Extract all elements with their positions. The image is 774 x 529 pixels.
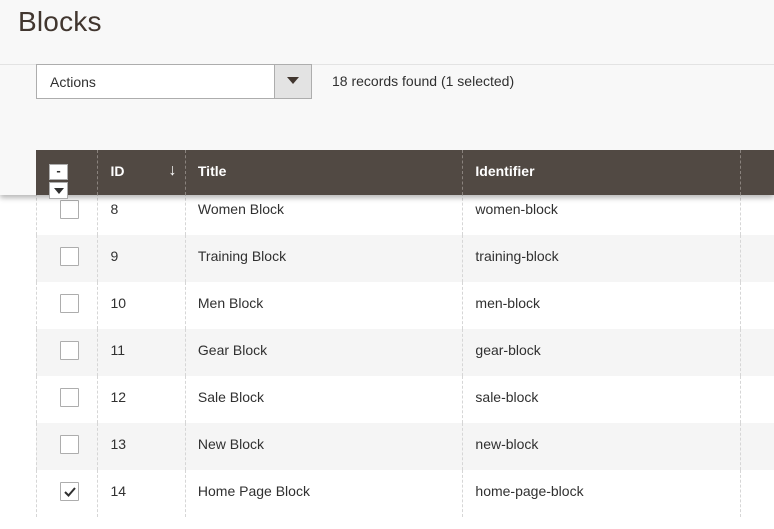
cell-more bbox=[739, 423, 774, 470]
cell-identifier: women-block bbox=[462, 188, 740, 235]
column-header-more[interactable] bbox=[739, 150, 774, 195]
cell-id: 14 bbox=[97, 470, 184, 517]
cell-more bbox=[739, 282, 774, 329]
cell-title-text: Women Block bbox=[197, 201, 284, 217]
cell-identifier-text: home-page-block bbox=[475, 483, 584, 499]
cell-title: Men Block bbox=[184, 282, 463, 329]
row-checkbox[interactable] bbox=[60, 294, 79, 313]
table-row[interactable]: 8 Women Block women-block bbox=[36, 188, 774, 235]
column-header-id-label: ID bbox=[110, 163, 125, 179]
column-header-identifier[interactable]: Identifier bbox=[462, 150, 740, 195]
cell-title-text: Gear Block bbox=[197, 342, 268, 358]
row-checkbox[interactable] bbox=[60, 435, 79, 454]
caret-down-icon bbox=[287, 77, 299, 84]
cell-id: 11 bbox=[97, 329, 184, 376]
row-checkbox[interactable] bbox=[60, 482, 79, 501]
row-select-cell bbox=[36, 470, 97, 517]
page-title: Blocks bbox=[18, 6, 102, 37]
cell-title-text: Home Page Block bbox=[197, 483, 310, 499]
cell-identifier-text: women-block bbox=[475, 201, 558, 217]
cell-identifier-text: men-block bbox=[475, 295, 540, 311]
row-select-cell bbox=[36, 329, 97, 376]
row-checkbox[interactable] bbox=[60, 341, 79, 360]
cell-title-text: Men Block bbox=[197, 295, 264, 311]
cell-identifier: training-block bbox=[462, 235, 740, 282]
cell-id-text: 14 bbox=[110, 483, 127, 499]
column-header-id[interactable]: ID ↓ bbox=[97, 150, 184, 195]
cell-more bbox=[739, 470, 774, 517]
cell-id: 8 bbox=[97, 188, 184, 235]
cell-id: 10 bbox=[97, 282, 184, 329]
records-found: 18 records found (1 selected) bbox=[332, 73, 515, 89]
row-select-cell bbox=[36, 376, 97, 423]
cell-id-text: 8 bbox=[110, 201, 119, 217]
cell-id-text: 13 bbox=[110, 436, 127, 452]
cell-id-text: 12 bbox=[110, 389, 127, 405]
row-select-cell bbox=[36, 282, 97, 329]
cell-id-text: 9 bbox=[110, 248, 119, 264]
cell-title: New Block bbox=[184, 423, 463, 470]
cell-more bbox=[739, 329, 774, 376]
cell-title: Training Block bbox=[184, 235, 463, 282]
cell-id-text: 11 bbox=[110, 342, 126, 358]
mass-select-checkbox[interactable]: - bbox=[49, 164, 68, 180]
row-checkbox[interactable] bbox=[60, 247, 79, 266]
cell-identifier: sale-block bbox=[462, 376, 740, 423]
cell-id: 13 bbox=[97, 423, 184, 470]
cell-more bbox=[739, 188, 774, 235]
cell-title: Gear Block bbox=[184, 329, 463, 376]
row-checkbox[interactable] bbox=[60, 388, 79, 407]
cell-identifier-text: training-block bbox=[475, 248, 559, 264]
cell-identifier: home-page-block bbox=[462, 470, 740, 517]
cell-id: 12 bbox=[97, 376, 184, 423]
row-select-cell bbox=[36, 423, 97, 470]
table-row[interactable]: 9 Training Block training-block bbox=[36, 235, 774, 282]
actions-toggle[interactable] bbox=[274, 65, 311, 98]
cell-identifier: gear-block bbox=[462, 329, 740, 376]
grid-header: - ID ↓ Title Identifier bbox=[36, 150, 774, 199]
sticky-header: Blocks Actions 18 records found (1 selec… bbox=[0, 0, 774, 199]
column-header-title-label: Title bbox=[197, 163, 227, 179]
cell-title: Women Block bbox=[184, 188, 463, 235]
cell-title-text: New Block bbox=[197, 436, 265, 452]
table-row[interactable]: 10 Men Block men-block bbox=[36, 282, 774, 329]
grid-body: 8 Women Block women-block 9 Training Block tr… bbox=[36, 188, 774, 517]
header-mass-select: - bbox=[36, 150, 97, 199]
row-checkbox[interactable] bbox=[60, 200, 79, 219]
cell-title: Home Page Block bbox=[184, 470, 463, 517]
actions-label: Actions bbox=[50, 74, 96, 90]
table-row[interactable]: 12 Sale Block sale-block bbox=[36, 376, 774, 423]
cell-more bbox=[739, 235, 774, 282]
table-row[interactable]: 11 Gear Block gear-block bbox=[36, 329, 774, 376]
cms-blocks-page: 8 Women Block women-block 9 Training Block tr… bbox=[0, 0, 774, 529]
cell-identifier-text: sale-block bbox=[475, 389, 539, 405]
cell-id: 9 bbox=[97, 235, 184, 282]
checkmark-icon bbox=[64, 487, 76, 497]
cell-identifier-text: gear-block bbox=[475, 342, 541, 358]
mass-select-toggle[interactable] bbox=[49, 182, 68, 199]
cell-title-text: Sale Block bbox=[197, 389, 265, 405]
table-row[interactable]: 13 New Block new-block bbox=[36, 423, 774, 470]
actions-dropdown[interactable]: Actions bbox=[36, 64, 312, 99]
table-row[interactable]: 14 Home Page Block home-page-block bbox=[36, 470, 774, 517]
cell-title-text: Training Block bbox=[197, 248, 287, 264]
column-header-title[interactable]: Title bbox=[184, 150, 463, 195]
cell-more bbox=[739, 376, 774, 423]
cell-title: Sale Block bbox=[184, 376, 463, 423]
column-header-identifier-label: Identifier bbox=[475, 163, 535, 179]
cell-identifier-text: new-block bbox=[475, 436, 539, 452]
cell-id-text: 10 bbox=[110, 295, 127, 311]
cell-identifier: men-block bbox=[462, 282, 740, 329]
caret-down-icon bbox=[54, 188, 64, 194]
sort-descending-icon: ↓ bbox=[168, 162, 177, 179]
cell-identifier: new-block bbox=[462, 423, 740, 470]
row-select-cell bbox=[36, 235, 97, 282]
